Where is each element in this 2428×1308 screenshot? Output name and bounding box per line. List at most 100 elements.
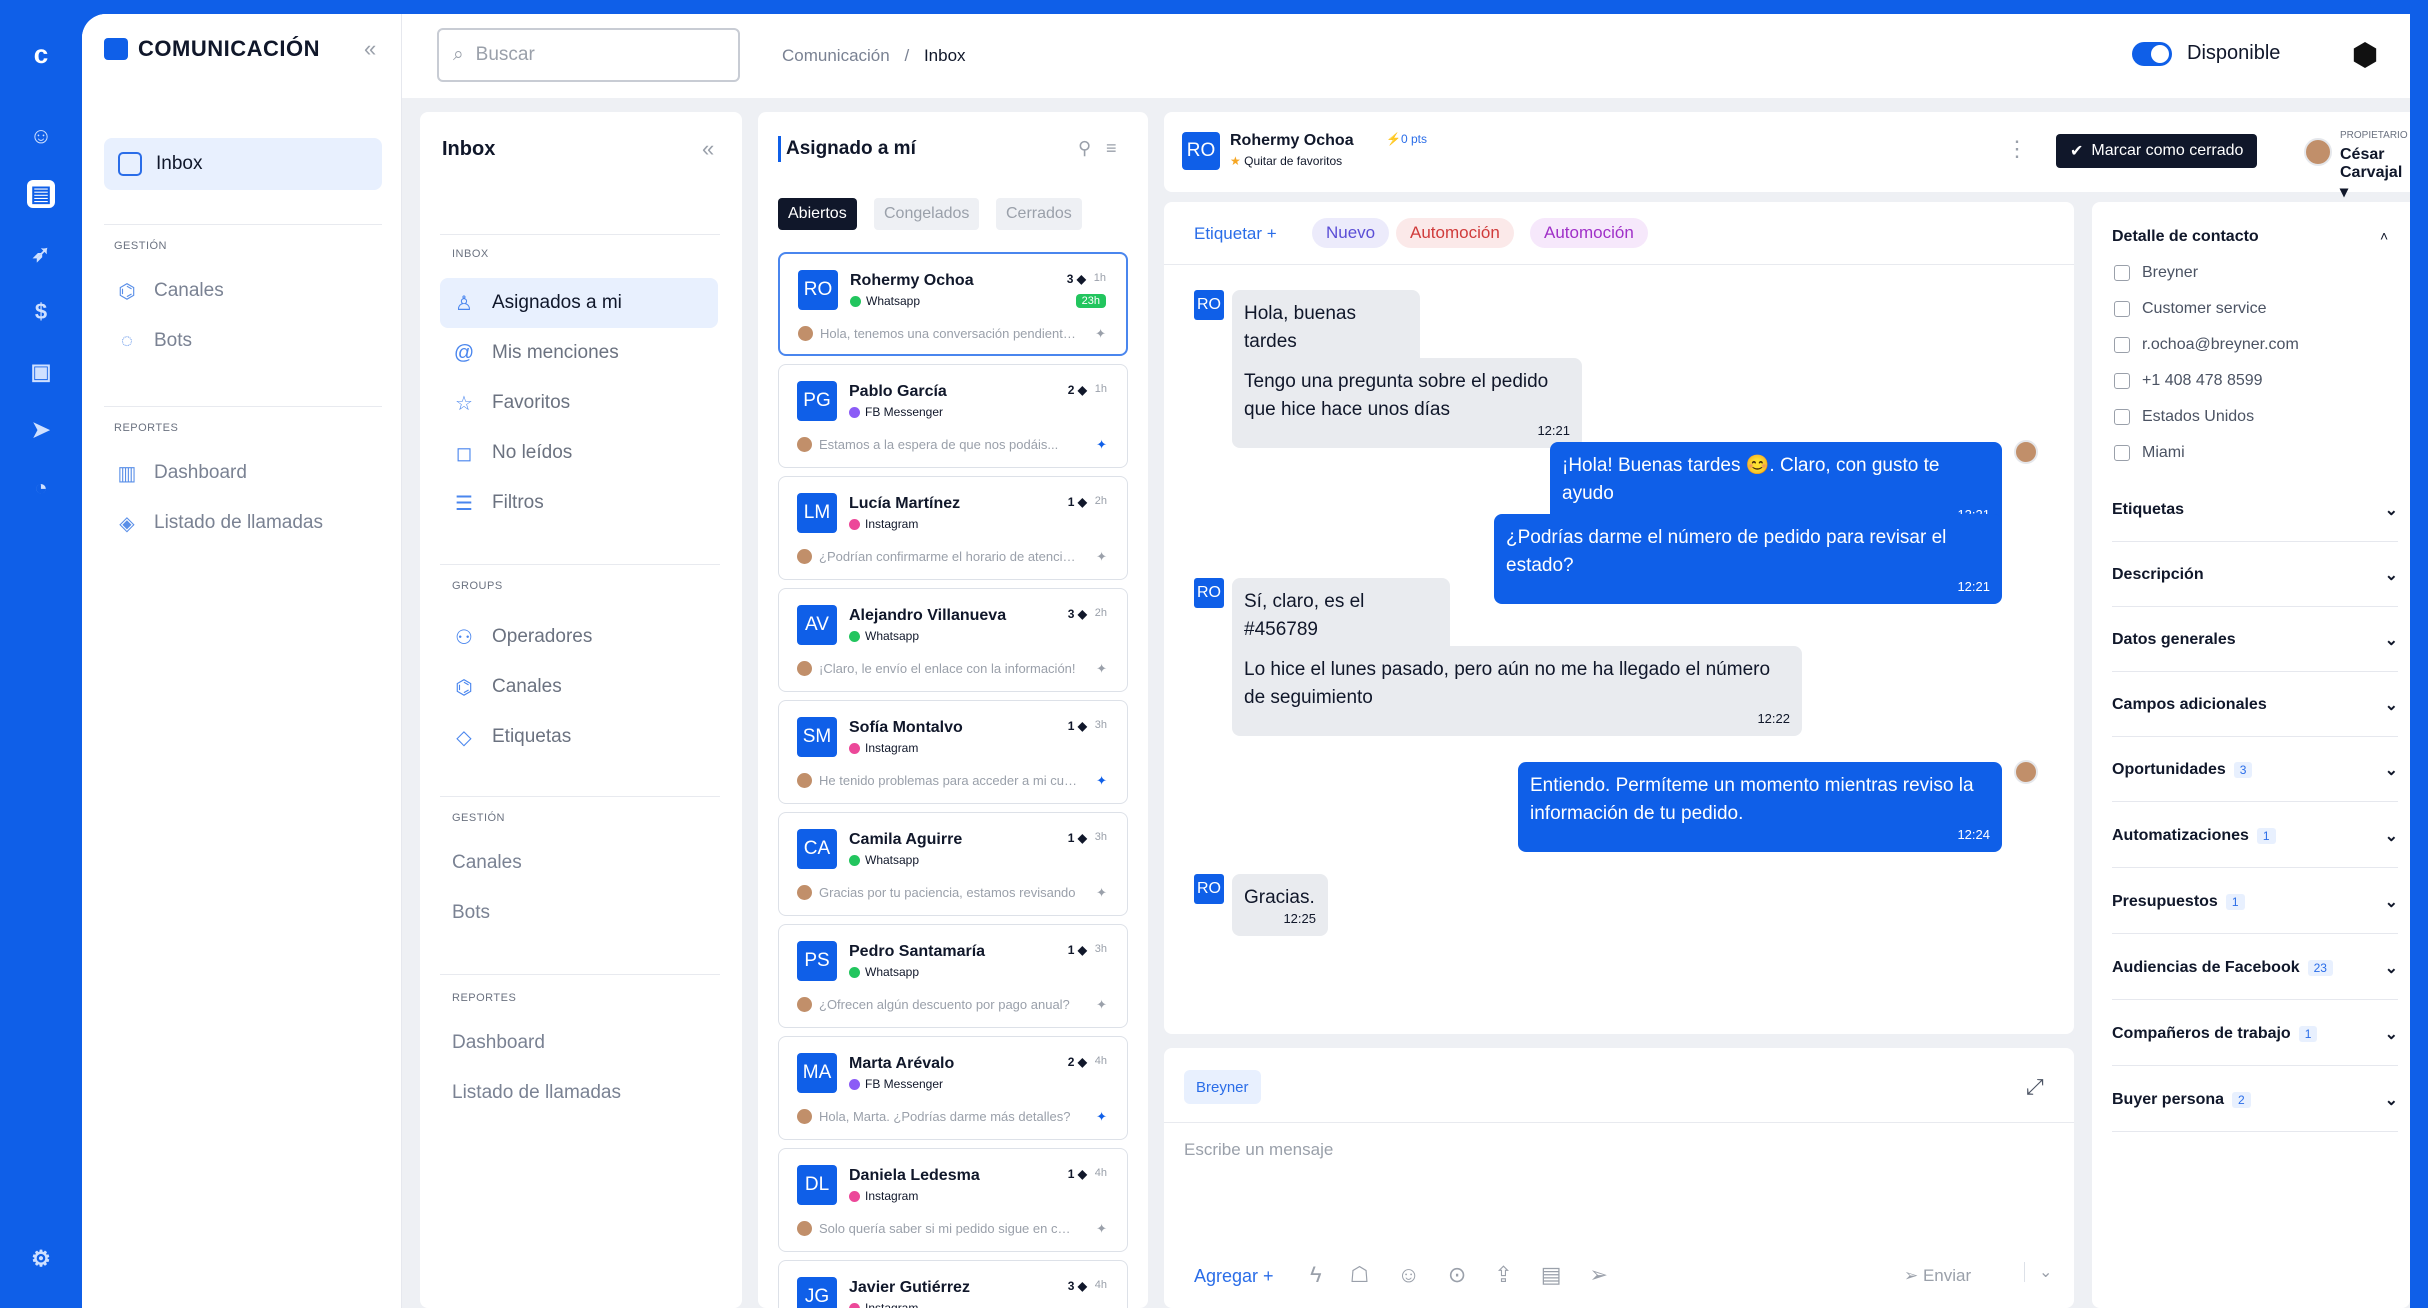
tag-chip[interactable]: Automoción <box>1530 218 1648 248</box>
tag-chip[interactable]: Nuevo <box>1312 218 1390 248</box>
settings-icon[interactable]: ⚙ <box>27 1245 55 1273</box>
channel-label: FB Messenger <box>865 405 944 419</box>
breadcrumb-root[interactable]: Comunicación <box>782 46 890 65</box>
detail-section[interactable]: Oportunidades 3 ⌄ <box>2112 738 2398 802</box>
conversation-item[interactable]: RO Rohermy Ochoa Whatsapp 3 ◆ 1h 23h Hola, ten… <box>778 252 1128 356</box>
conversation-item[interactable]: CA Camila Aguirre Whatsapp 1 ◆ 3h Gracias por… <box>778 812 1128 916</box>
tab-open[interactable]: Abiertos <box>778 198 857 230</box>
favorite-toggle[interactable]: ★ Quitar de favoritos <box>1230 154 1342 168</box>
search-input[interactable]: ⌕ Buscar <box>437 28 740 82</box>
upload-icon[interactable]: ⇪ <box>1494 1262 1512 1288</box>
inbox-item-mentions[interactable]: @ Mis menciones <box>440 328 718 378</box>
pin-icon[interactable]: ✦ <box>1096 885 1107 901</box>
detail-section[interactable]: Etiquetas ⌄ <box>2112 478 2398 542</box>
sidebar-item-calls[interactable]: ◈ Listado de llamadas <box>116 512 323 535</box>
sort-icon[interactable]: ≡ <box>1106 138 1117 159</box>
report-item-dashboard[interactable]: Dashboard <box>452 1032 545 1054</box>
chat-icon[interactable]: ▤ <box>27 180 55 208</box>
group-item-channels[interactable]: ⌬ Canales <box>440 662 718 712</box>
tag-button[interactable]: Etiquetar + <box>1194 224 1277 244</box>
more-options-icon[interactable]: ⋮ <box>2006 136 2028 162</box>
message-input[interactable]: Escribe un mensaje <box>1184 1140 1333 1160</box>
send-icon[interactable]: ➤ <box>27 416 55 444</box>
sidebar-item-bots[interactable]: ◌ Bots <box>116 330 192 352</box>
emoji-icon[interactable]: ☺ <box>1397 1262 1419 1288</box>
clipboard-icon[interactable]: ▣ <box>27 358 55 386</box>
report-item-calls[interactable]: Listado de llamadas <box>452 1082 621 1104</box>
dollar-icon[interactable]: $ <box>27 298 55 326</box>
availability-toggle[interactable] <box>2132 42 2172 66</box>
mark-closed-button[interactable]: ✔ Marcar como cerrado <box>2056 134 2258 168</box>
collapse-sidebar-icon[interactable]: « <box>364 36 376 62</box>
detail-section[interactable]: Presupuestos 1 ⌄ <box>2112 870 2398 934</box>
tag-chip[interactable]: Automoción <box>1396 218 1514 248</box>
conversation-list-panel: Asignado a mí ⚲ ≡ Abiertos Congelados Ce… <box>758 112 1148 1308</box>
add-button[interactable]: Agregar + <box>1194 1266 1274 1287</box>
microphone-icon[interactable]: ⊙ <box>1448 1262 1466 1288</box>
contact-name[interactable]: Rohermy Ochoa <box>1230 132 1354 150</box>
chevron-down-icon: ⌄ <box>2384 761 2398 779</box>
conversation-item[interactable]: PS Pedro Santamaría Whatsapp 1 ◆ 3h ¿Ofrecen … <box>778 924 1128 1028</box>
conversation-time: 4h <box>1094 1055 1107 1067</box>
conversation-name: Javier Gutiérrez <box>849 1279 970 1296</box>
conversation-item[interactable]: PG Pablo García FB Messenger 2 ◆ 1h Estamos a… <box>778 364 1128 468</box>
send-label: Enviar <box>1922 1266 1972 1285</box>
pin-icon[interactable]: ✦ <box>1096 661 1107 677</box>
filter-icon[interactable]: ⚲ <box>1078 138 1091 159</box>
pin-icon[interactable]: ✦ <box>1095 326 1106 342</box>
gestion-item-bots[interactable]: Bots <box>452 902 490 924</box>
detail-section[interactable]: Audiencias de Facebook 23 ⌄ <box>2112 936 2398 1000</box>
send-button[interactable]: ➢ Enviar <box>1904 1266 1971 1286</box>
collapse-inbox-icon[interactable]: « <box>702 136 714 162</box>
sidebar-item-canales[interactable]: ⌬ Canales <box>116 280 223 303</box>
inbox-item-unread[interactable]: ◻ No leídos <box>440 428 718 478</box>
pin-icon[interactable]: ✦ <box>1096 997 1107 1013</box>
bot-icon[interactable]: ☖ <box>1350 1262 1370 1288</box>
tab-closed[interactable]: Cerrados <box>996 198 1082 230</box>
conversation-item[interactable]: DL Daniela Ledesma Instagram 1 ◆ 4h Solo quer… <box>778 1148 1128 1252</box>
pin-icon[interactable]: ✦ <box>1096 1109 1107 1125</box>
chevron-up-icon[interactable]: ˄ <box>2380 228 2388 244</box>
inbox-item-favorites[interactable]: ☆ Favoritos <box>440 378 718 428</box>
rocket-icon[interactable]: ➶ <box>27 240 55 268</box>
pin-icon[interactable]: ✦ <box>1096 549 1107 565</box>
template-icon[interactable]: ▤ <box>1541 1262 1562 1288</box>
conversation-item[interactable]: JG Javier Gutiérrez Instagram 3 ◆ 4h <box>778 1260 1128 1308</box>
details-title[interactable]: Detalle de contacto <box>2112 228 2259 246</box>
composer-tag[interactable]: Breyner <box>1184 1070 1261 1104</box>
section-label: Buyer persona <box>2112 1090 2225 1108</box>
detail-section[interactable]: Buyer persona 2 ⌄ <box>2112 1068 2398 1132</box>
detail-section[interactable]: Campos adicionales ⌄ <box>2112 673 2398 737</box>
app-logo-icon[interactable]: c <box>27 39 55 69</box>
group-item-operators[interactable]: ⚇ Operadores <box>440 612 718 662</box>
detail-section[interactable]: Compañeros de trabajo 1 ⌄ <box>2112 1002 2398 1066</box>
send-options-chevron-icon[interactable]: ⌄ <box>2024 1262 2052 1282</box>
pie-chart-icon[interactable]: ◔ <box>27 474 55 502</box>
owner-dropdown[interactable]: César Carvajal ▾ <box>2340 146 2410 202</box>
pin-icon[interactable]: ✦ <box>1096 1221 1107 1237</box>
tab-frozen[interactable]: Congelados <box>874 198 980 230</box>
lightning-icon[interactable]: ϟ <box>1310 1262 1322 1288</box>
divider <box>104 406 382 407</box>
conversation-avatar: AV <box>797 605 837 645</box>
inbox-item-filters[interactable]: ☰ Filtros <box>440 478 718 528</box>
contact-avatar[interactable]: RO <box>1182 132 1220 170</box>
sidebar-item-inbox[interactable]: Inbox <box>104 138 382 190</box>
pin-icon[interactable]: ✦ <box>1096 437 1107 453</box>
pin-icon[interactable]: ✦ <box>1096 773 1107 789</box>
conversation-item[interactable]: LM Lucía Martínez Instagram 1 ◆ 2h ¿Podrían c… <box>778 476 1128 580</box>
detail-section[interactable]: Automatizaciones 1 ⌄ <box>2112 804 2398 868</box>
group-item-label: Etiquetas <box>492 726 572 747</box>
expand-icon[interactable]: ⤢ <box>2026 1074 2044 1100</box>
contacts-icon[interactable]: ☺ <box>27 122 55 150</box>
conversation-item[interactable]: MA Marta Arévalo FB Messenger 2 ◆ 4h Hola, Ma… <box>778 1036 1128 1140</box>
conversation-item[interactable]: SM Sofía Montalvo Instagram 1 ◆ 3h He tenido … <box>778 700 1128 804</box>
gestion-item-canales[interactable]: Canales <box>452 852 522 874</box>
schedule-send-icon[interactable]: ➢ <box>1590 1262 1608 1288</box>
detail-section[interactable]: Datos generales ⌄ <box>2112 608 2398 672</box>
sidebar-item-dashboard[interactable]: ▥ Dashboard <box>116 462 247 485</box>
detail-section[interactable]: Descripción ⌄ <box>2112 543 2398 607</box>
group-item-tags[interactable]: ◇ Etiquetas <box>440 712 718 762</box>
inbox-item-assigned[interactable]: ♙ Asignados a mi <box>440 278 718 328</box>
conversation-item[interactable]: AV Alejandro Villanueva Whatsapp 3 ◆ 2h ¡Clar… <box>778 588 1128 692</box>
